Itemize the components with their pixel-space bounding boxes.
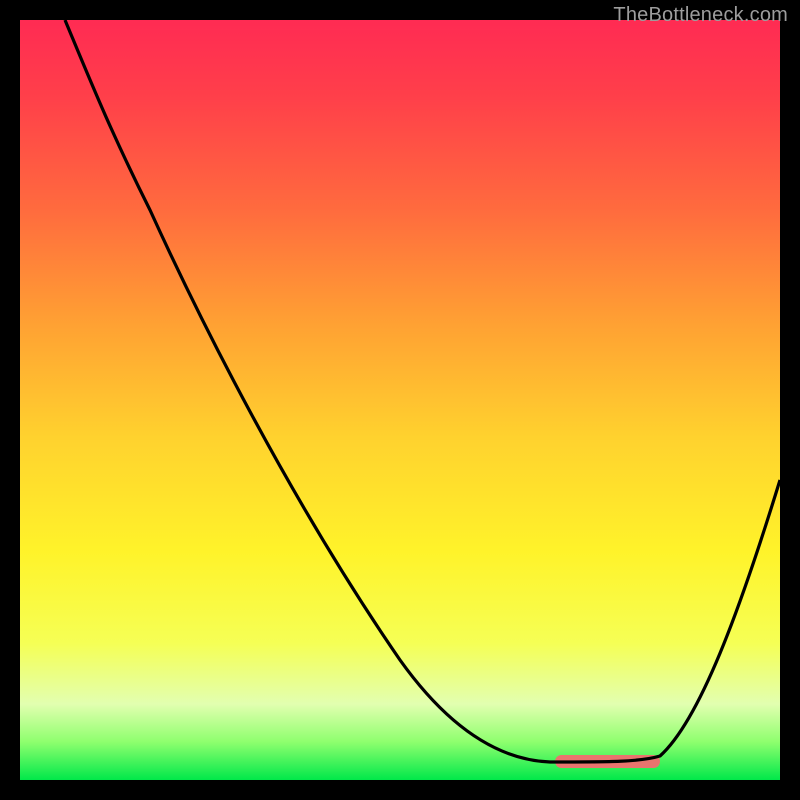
chart-frame: TheBottleneck.com: [0, 0, 800, 800]
bottleneck-curve: [65, 20, 780, 762]
watermark-text: TheBottleneck.com: [613, 4, 788, 27]
chart-plot-area: [20, 20, 780, 780]
